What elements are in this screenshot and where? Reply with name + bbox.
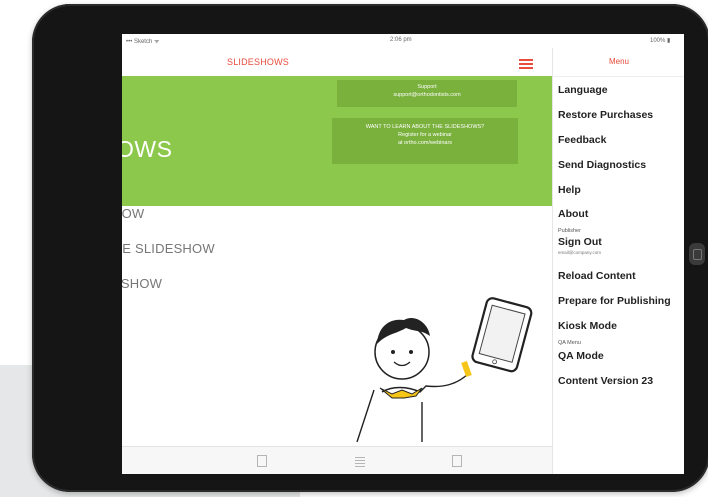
ipad-frame: ••• Sketch ᯤ 2:06 pm 100% ▮ SLIDESHOWS S… <box>32 4 708 492</box>
list-icon[interactable] <box>355 455 365 467</box>
menu-caption-qa: QA Menu <box>558 340 581 346</box>
status-bar: ••• Sketch ᯤ 2:06 pm 100% ▮ <box>122 34 684 48</box>
webinar-box[interactable]: WANT TO LEARN ABOUT THE SLIDESHOWS? Regi… <box>332 118 518 164</box>
menu-item-prepare-for-publishing[interactable]: Prepare for Publishing <box>558 295 671 307</box>
support-box-title: Support <box>417 84 437 90</box>
webinar-box-line: at ortho.com/webinars <box>397 140 453 146</box>
menu-caption-publisher: Publisher <box>558 228 581 234</box>
menu-item-qa-mode[interactable]: QA Mode <box>558 350 604 362</box>
page-title: SLIDESHOWS <box>227 57 290 67</box>
webinar-box-line: Register for a webinar <box>398 132 452 138</box>
menu-item-sign-out[interactable]: Sign Out <box>558 236 602 248</box>
menu-item-reload-content[interactable]: Reload Content <box>558 270 636 282</box>
menu-header: Menu <box>553 48 684 77</box>
menu-item-about[interactable]: About <box>558 208 588 220</box>
menu-item-language[interactable]: Language <box>558 84 608 96</box>
status-battery: 100% ▮ <box>650 38 671 44</box>
support-box-email: support@orthodontists.com <box>393 92 461 98</box>
menu-item-kiosk-mode[interactable]: Kiosk Mode <box>558 320 617 332</box>
webinar-box-title: WANT TO LEARN ABOUT THE SLIDESHOWS? <box>365 124 485 130</box>
slideshow-item[interactable]: GE SLIDESHOW <box>122 241 215 256</box>
sign-out-email: email@company.com <box>558 250 601 255</box>
menu-item-restore-purchases[interactable]: Restore Purchases <box>558 109 653 121</box>
menu-item-send-diagnostics[interactable]: Send Diagnostics <box>558 159 646 171</box>
tab-bar <box>122 446 552 474</box>
menu-item-feedback[interactable]: Feedback <box>558 134 606 146</box>
menu-item-help[interactable]: Help <box>558 184 581 196</box>
side-menu: Menu Language Restore Purchases Feedback… <box>552 48 684 474</box>
hamburger-icon[interactable] <box>519 59 533 69</box>
character-with-tablet-illustration <box>356 297 533 443</box>
pages-icon[interactable] <box>257 455 267 467</box>
slideshow-item[interactable]: HOW <box>122 206 144 221</box>
status-time: 2:06 pm <box>390 37 412 43</box>
document-icon[interactable] <box>452 455 462 467</box>
status-carrier: ••• Sketch ᯤ <box>126 39 160 45</box>
hero-banner: Support support@orthodontists.com WANT T… <box>122 76 552 206</box>
slideshow-item[interactable]: ESHOW <box>122 276 162 291</box>
banner-title: OWS <box>122 136 173 162</box>
app-screen: ••• Sketch ᯤ 2:06 pm 100% ▮ SLIDESHOWS S… <box>122 34 684 474</box>
nav-bar: SLIDESHOWS <box>122 48 552 76</box>
support-box[interactable]: Support support@orthodontists.com <box>337 80 517 107</box>
menu-item-content-version: Content Version 23 <box>558 375 654 387</box>
device-side-button <box>689 243 705 265</box>
